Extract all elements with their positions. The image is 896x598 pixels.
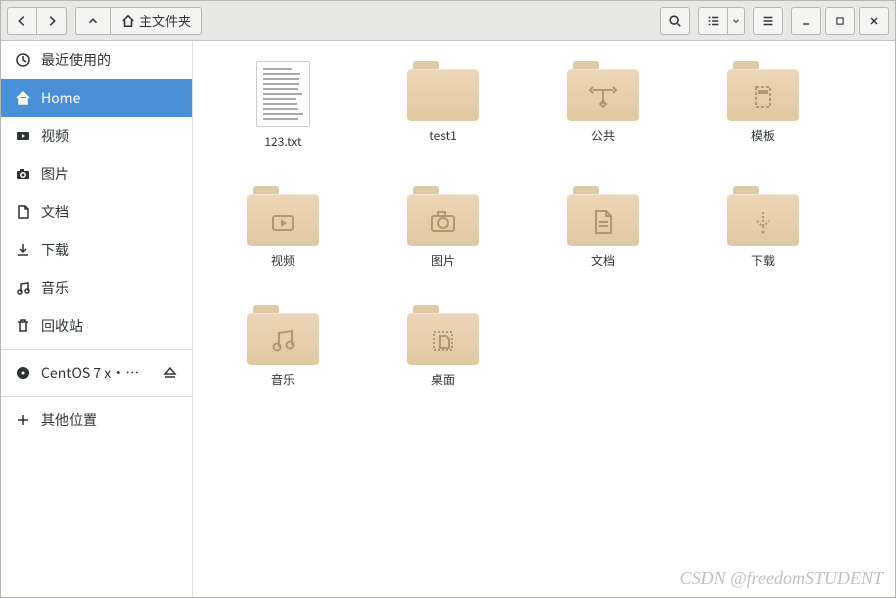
file-name: 123.txt bbox=[264, 133, 301, 150]
home-icon bbox=[15, 90, 31, 106]
document-icon bbox=[15, 204, 31, 220]
file-name: 下载 bbox=[751, 252, 775, 269]
sidebar-item-trash[interactable]: 回收站 bbox=[1, 307, 192, 345]
body: 最近使用的Home视频图片文档下载音乐回收站CentOS 7 x···其他位置 … bbox=[1, 41, 895, 597]
close-button[interactable] bbox=[859, 7, 889, 35]
sidebar-item-label: 回收站 bbox=[41, 316, 178, 336]
back-button[interactable] bbox=[7, 7, 37, 35]
plus-icon bbox=[15, 412, 31, 428]
file-name: 桌面 bbox=[431, 371, 455, 388]
folder-item[interactable]: 下载 bbox=[683, 182, 843, 273]
sidebar-item-music[interactable]: 音乐 bbox=[1, 269, 192, 307]
folder-icon bbox=[247, 186, 319, 246]
file-name: 视频 bbox=[271, 252, 295, 269]
search-button[interactable] bbox=[660, 7, 690, 35]
folder-item[interactable]: 图片 bbox=[363, 182, 523, 273]
sidebar-item-label: 视频 bbox=[41, 126, 178, 146]
maximize-button[interactable] bbox=[825, 7, 855, 35]
file-name: 模板 bbox=[751, 127, 775, 144]
sidebar-item-videos[interactable]: 视频 bbox=[1, 117, 192, 155]
home-icon bbox=[121, 14, 135, 28]
folder-item[interactable]: 视频 bbox=[203, 182, 363, 273]
folder-item[interactable]: 公共 bbox=[523, 57, 683, 154]
sidebar-item-downloads[interactable]: 下载 bbox=[1, 231, 192, 269]
sidebar-item-home[interactable]: Home bbox=[1, 79, 192, 117]
path-parent-button[interactable] bbox=[75, 7, 111, 35]
folder-item[interactable]: 文档 bbox=[523, 182, 683, 273]
video-icon bbox=[15, 128, 31, 144]
sidebar-item-label: Home bbox=[41, 88, 178, 108]
sidebar-item-centos[interactable]: CentOS 7 x··· bbox=[1, 354, 192, 392]
folder-icon bbox=[727, 186, 799, 246]
clock-icon bbox=[15, 52, 31, 68]
sidebar: 最近使用的 Home 视频图片文档下载音乐回收站 CentOS 7 x··· 其他位置 bbox=[1, 41, 193, 597]
music-icon bbox=[15, 280, 31, 296]
folder-icon bbox=[567, 186, 639, 246]
path-home-button[interactable]: 主文件夹 bbox=[111, 7, 202, 35]
text-file-icon bbox=[256, 61, 310, 127]
menu-button[interactable] bbox=[753, 7, 783, 35]
folder-item[interactable]: 模板 bbox=[683, 57, 843, 154]
file-name: 图片 bbox=[431, 252, 455, 269]
view-dropdown-button[interactable] bbox=[728, 7, 745, 35]
folder-icon bbox=[407, 61, 479, 121]
sidebar-item-label: 其他位置 bbox=[41, 410, 178, 430]
sidebar-item-documents[interactable]: 文档 bbox=[1, 193, 192, 231]
sidebar-item-label: 下载 bbox=[41, 240, 178, 260]
minimize-button[interactable] bbox=[791, 7, 821, 35]
file-name: 公共 bbox=[591, 127, 615, 144]
file-name: 文档 bbox=[591, 252, 615, 269]
file-grid: 123.txt test1 公共 模板视频 图片 文档 下载音乐 桌面 bbox=[203, 57, 885, 392]
path-bar: 主文件夹 bbox=[75, 7, 202, 35]
trash-icon bbox=[15, 318, 31, 334]
folder-item[interactable]: test1 bbox=[363, 57, 523, 154]
eject-icon[interactable] bbox=[162, 365, 178, 381]
camera-icon bbox=[15, 166, 31, 182]
folder-icon bbox=[247, 305, 319, 365]
forward-button[interactable] bbox=[37, 7, 67, 35]
sidebar-item-pictures[interactable]: 图片 bbox=[1, 155, 192, 193]
path-label: 主文件夹 bbox=[139, 11, 191, 30]
toolbar: 主文件夹 bbox=[1, 1, 895, 41]
sidebar-item-label: 文档 bbox=[41, 202, 178, 222]
sidebar-item-label: 图片 bbox=[41, 164, 178, 184]
folder-item[interactable]: 桌面 bbox=[363, 301, 523, 392]
sidebar-item-recent[interactable]: 最近使用的 bbox=[1, 41, 192, 79]
sidebar-item-label: 最近使用的 bbox=[41, 50, 178, 70]
file-name: 音乐 bbox=[271, 371, 295, 388]
sidebar-item-label: CentOS 7 x··· bbox=[41, 363, 152, 383]
folder-icon bbox=[567, 61, 639, 121]
folder-icon bbox=[407, 305, 479, 365]
sidebar-item-other[interactable]: 其他位置 bbox=[1, 401, 192, 439]
view-mode-button[interactable] bbox=[698, 7, 728, 35]
file-item[interactable]: 123.txt bbox=[203, 57, 363, 154]
view-group bbox=[698, 7, 745, 35]
nav-history-group bbox=[7, 7, 67, 35]
download-icon bbox=[15, 242, 31, 258]
sidebar-item-label: 音乐 bbox=[41, 278, 178, 298]
folder-icon bbox=[727, 61, 799, 121]
disc-icon bbox=[15, 365, 31, 381]
file-name: test1 bbox=[429, 127, 457, 144]
content-area[interactable]: 123.txt test1 公共 模板视频 图片 文档 下载音乐 桌面 bbox=[193, 41, 895, 597]
file-manager-window: 主文件夹 最近使用的Home视频图片文档下载音乐回收站CentOS 7 x···… bbox=[0, 0, 896, 598]
folder-icon bbox=[407, 186, 479, 246]
folder-item[interactable]: 音乐 bbox=[203, 301, 363, 392]
window-controls bbox=[791, 7, 889, 35]
